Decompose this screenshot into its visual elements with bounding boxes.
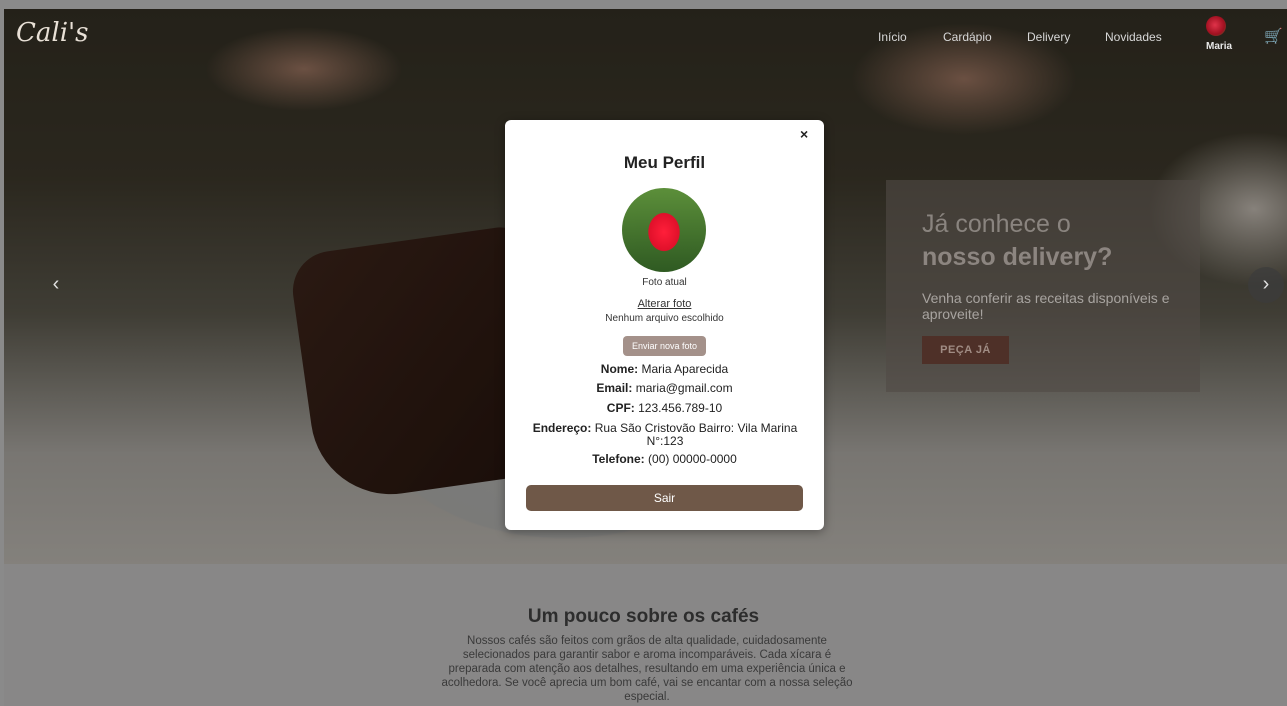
profile-modal — [505, 120, 824, 530]
address-value: Rua São Cristovão Bairro: Vila Marina N°… — [594, 421, 798, 448]
promo-title-line1: Já conhece o — [922, 210, 1071, 238]
cpf-label: CPF: — [606, 401, 635, 415]
profile-phone-row: Telefone: (00) 00000-0000 — [505, 453, 824, 466]
upload-photo-button[interactable]: Enviar nova foto — [623, 336, 706, 356]
email-label: Email: — [596, 381, 633, 395]
cart-icon[interactable]: 🛒 — [1264, 27, 1283, 45]
site-logo[interactable]: Cali's — [16, 18, 89, 48]
phone-value: (00) 00000-0000 — [648, 452, 737, 466]
file-status: Nenhum arquivo escolhido — [605, 313, 724, 324]
phone-label: Telefone: — [592, 452, 645, 466]
name-label: Nome: — [600, 362, 639, 376]
promo-text: Venha conferir as receitas disponíveis e… — [922, 290, 1170, 322]
logout-button[interactable]: Sair — [526, 485, 803, 511]
order-now-button[interactable]: PEÇA JÁ — [922, 336, 1009, 364]
nav-delivery[interactable]: Delivery — [1027, 30, 1070, 44]
nav-novidades[interactable]: Novidades — [1105, 30, 1162, 44]
nav-cardapio[interactable]: Cardápio — [943, 30, 992, 44]
modal-title: Meu Perfil — [623, 153, 706, 172]
profile-address-row: Endereço: Rua São Cristovão Bairro: Vila… — [525, 422, 805, 448]
address-label: Endereço: — [532, 421, 592, 435]
carousel-prev-button[interactable]: ‹ — [38, 267, 74, 303]
profile-cpf-row: CPF: 123.456.789-10 — [505, 402, 824, 415]
user-name[interactable]: Maria — [1206, 41, 1232, 52]
profile-photo — [622, 188, 706, 272]
about-text: Nossos cafés são feitos com grãos de alt… — [441, 635, 853, 703]
email-value: maria@gmail.com — [635, 381, 733, 395]
close-icon[interactable]: × — [800, 126, 808, 142]
nav-inicio[interactable]: Início — [878, 30, 907, 44]
change-photo-link[interactable]: Alterar foto — [505, 298, 824, 310]
profile-email-row: Email: maria@gmail.com — [505, 382, 824, 395]
name-value: Maria Aparecida — [641, 362, 729, 376]
carousel-next-button[interactable]: › — [1248, 267, 1284, 303]
promo-title-line2: nosso delivery? — [922, 243, 1113, 271]
about-title: Um pouco sobre os cafés — [527, 606, 760, 627]
profile-name-row: Nome: Maria Aparecida — [505, 363, 824, 376]
cpf-value: 123.456.789-10 — [638, 401, 723, 415]
user-avatar[interactable] — [1206, 16, 1226, 36]
photo-caption: Foto atual — [642, 277, 687, 288]
